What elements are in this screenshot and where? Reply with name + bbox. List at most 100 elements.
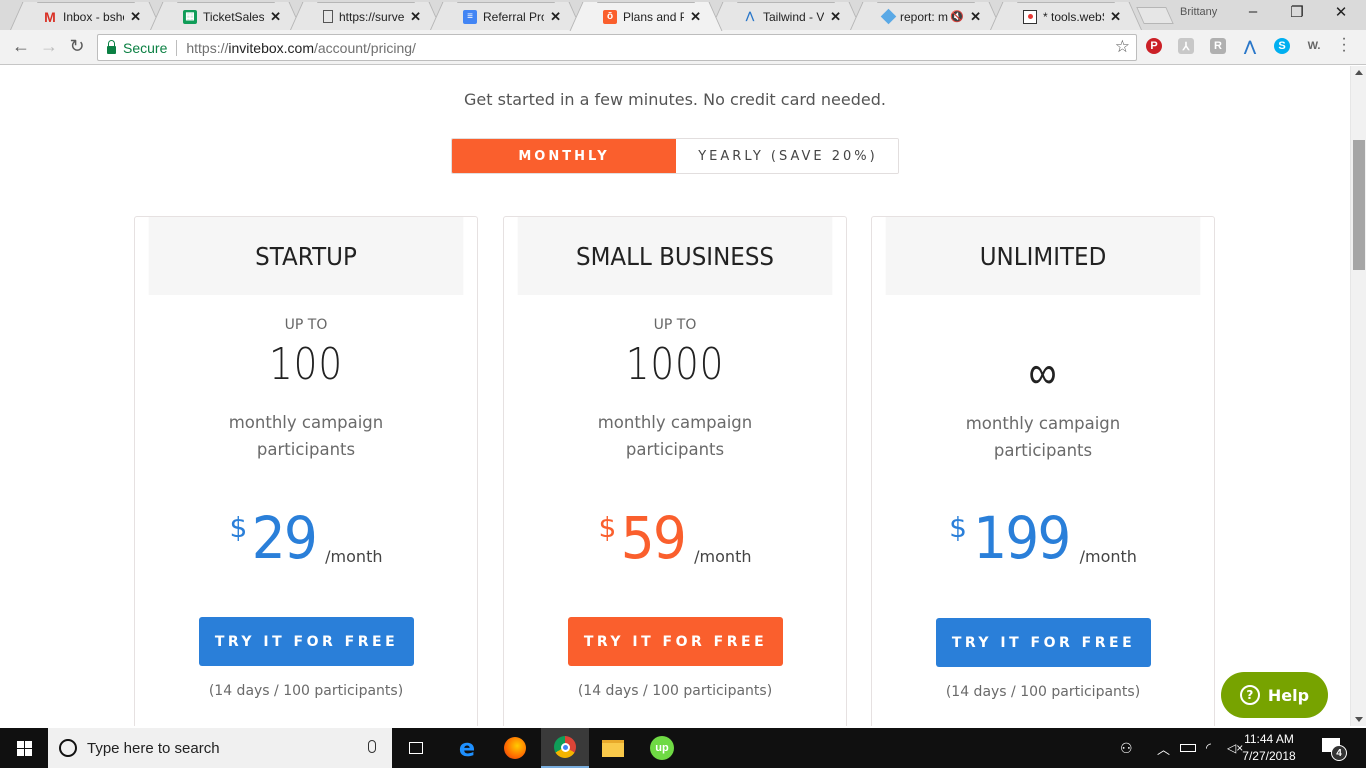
- url-path: /account/pricing/: [313, 39, 416, 56]
- description-line: participants: [256, 440, 356, 459]
- page-scrollbar[interactable]: [1350, 66, 1366, 726]
- close-tab-icon[interactable]: ✕: [550, 9, 561, 25]
- close-tab-icon[interactable]: ✕: [690, 9, 701, 25]
- tab-title: Plans and Pricin: [623, 9, 685, 24]
- tab-title: report: mcm: [900, 9, 949, 24]
- description-line: participants: [993, 441, 1093, 460]
- upwork-icon[interactable]: up: [638, 728, 686, 768]
- taskbar-search-box[interactable]: Type here to search: [48, 728, 392, 768]
- tab-tools-websma[interactable]: * tools.webSMA ✕: [1002, 2, 1130, 30]
- try-free-button-small-business[interactable]: TRY IT FOR FREE: [568, 617, 783, 666]
- currency-symbol: $: [229, 511, 248, 544]
- close-tab-icon[interactable]: ✕: [410, 9, 421, 25]
- windows-taskbar: Type here to search e up ⚇ ︿ ◜ ◁× 11:44 …: [0, 728, 1366, 768]
- description-line: monthly campaign: [965, 414, 1121, 433]
- firefox-icon[interactable]: [491, 728, 539, 768]
- try-free-button-unlimited[interactable]: TRY IT FOR FREE: [936, 618, 1151, 667]
- up-to-label: UP TO: [284, 317, 328, 333]
- currency-symbol: $: [949, 511, 967, 544]
- restore-button[interactable]: ❐: [1282, 3, 1312, 21]
- close-window-button[interactable]: ✕: [1326, 3, 1356, 21]
- close-tab-icon[interactable]: ✕: [130, 9, 141, 25]
- people-icon[interactable]: ⚇: [1120, 728, 1133, 768]
- tab-title: Inbox - bsheaha: [63, 9, 124, 24]
- minimize-button[interactable]: –: [1238, 3, 1268, 20]
- tab-surveyh[interactable]: https://surveyh ✕: [302, 2, 430, 30]
- billing-period-toggle: MONTHLY YEARLY (SAVE 20%): [451, 138, 899, 174]
- wifi-icon[interactable]: ◜: [1206, 728, 1211, 768]
- tailwind-icon: ⋀: [745, 11, 755, 22]
- new-tab-button[interactable]: [1136, 7, 1174, 24]
- forward-button[interactable]: →: [38, 36, 60, 57]
- acrobat-extension-icon[interactable]: ⅄: [1178, 38, 1194, 54]
- system-clock[interactable]: 11:44 AM 7/27/2018: [1237, 731, 1301, 765]
- close-tab-icon[interactable]: ✕: [970, 9, 981, 25]
- lock-icon: [107, 40, 116, 54]
- tab-title: Referral Progra: [483, 9, 544, 24]
- question-icon: ?: [1239, 685, 1260, 705]
- price-period: /month: [325, 547, 383, 566]
- scroll-down-arrow-icon[interactable]: [1355, 717, 1363, 722]
- help-label: Help: [1267, 685, 1310, 705]
- close-tab-icon[interactable]: ✕: [1110, 9, 1121, 25]
- tab-referral-program[interactable]: ≡ Referral Progra ✕: [442, 2, 570, 30]
- plan-description: monthly campaign participants: [135, 409, 477, 463]
- close-tab-icon[interactable]: ✕: [270, 9, 281, 25]
- price-amount: 199: [973, 504, 1071, 572]
- plan-name: UNLIMITED: [885, 217, 1201, 295]
- bookmark-star-icon[interactable]: ☆: [1115, 37, 1130, 57]
- profile-name[interactable]: Brittany: [1180, 6, 1217, 18]
- try-free-button-startup[interactable]: TRY IT FOR FREE: [199, 617, 414, 666]
- price-period: /month: [694, 547, 752, 566]
- tab-ticketsales[interactable]: ▦ TicketSales Soc ✕: [162, 2, 290, 30]
- muted-audio-icon[interactable]: 🔇: [950, 10, 964, 23]
- websma-icon: [1023, 9, 1037, 24]
- show-hidden-icons-chevron-icon[interactable]: ︿: [1157, 728, 1170, 768]
- tailwind-extension-icon[interactable]: ⋀: [1242, 38, 1258, 54]
- w-extension-icon[interactable]: W.: [1304, 38, 1324, 54]
- chrome-icon[interactable]: [541, 728, 589, 768]
- tab-gmail-inbox[interactable]: M Inbox - bsheaha ✕: [22, 2, 150, 30]
- reload-button[interactable]: ↻: [66, 36, 88, 57]
- pinterest-extension-icon[interactable]: P: [1146, 38, 1162, 54]
- edge-icon[interactable]: e: [443, 728, 491, 768]
- back-button[interactable]: ←: [10, 36, 32, 57]
- rakuten-extension-icon[interactable]: R: [1210, 38, 1226, 54]
- browser-menu-icon[interactable]: · · ·: [1341, 31, 1347, 59]
- skype-extension-icon[interactable]: S: [1274, 38, 1290, 54]
- participant-limit: 100: [269, 339, 343, 390]
- yearly-option[interactable]: YEARLY (SAVE 20%): [676, 139, 898, 173]
- plan-name: STARTUP: [148, 217, 464, 295]
- scrollbar-thumb[interactable]: [1353, 140, 1365, 270]
- tab-tailwind[interactable]: ⋀ Tailwind - Visua ✕: [722, 2, 850, 30]
- invitebox-icon: ō: [603, 9, 617, 24]
- file-explorer-icon[interactable]: [589, 728, 637, 768]
- plan-name: SMALL BUSINESS: [517, 217, 833, 295]
- address-bar[interactable]: Secure https:// invitebox.com /account/p…: [97, 34, 1137, 61]
- participant-limit: 1000: [625, 339, 725, 390]
- plan-card-unlimited: UNLIMITED ∞ monthly campaign participant…: [871, 216, 1215, 726]
- description-line: monthly campaign: [597, 413, 753, 432]
- task-view-icon[interactable]: [392, 728, 440, 768]
- close-tab-icon[interactable]: ✕: [830, 9, 841, 25]
- tab-plans-and-pricing[interactable]: ō Plans and Pricin ✕: [582, 2, 710, 30]
- microphone-icon[interactable]: [368, 740, 376, 753]
- scroll-up-arrow-icon[interactable]: [1355, 70, 1363, 75]
- windows-logo-icon: [16, 740, 32, 756]
- tab-title: TicketSales Soc: [203, 9, 265, 24]
- google-sheets-icon: ▦: [183, 9, 197, 24]
- plan-price: $ 59 /month: [504, 505, 846, 571]
- tab-report[interactable]: report: mcm 🔇 ✕: [862, 2, 990, 30]
- infinity-icon: ∞: [1028, 345, 1058, 399]
- secure-label[interactable]: Secure: [123, 40, 167, 56]
- plan-card-small-business: SMALL BUSINESS UP TO 1000 monthly campai…: [503, 216, 847, 726]
- price-amount: 29: [252, 504, 318, 572]
- start-button[interactable]: [0, 728, 48, 768]
- plan-card-startup: STARTUP UP TO 100 monthly campaign parti…: [134, 216, 478, 726]
- monthly-option[interactable]: MONTHLY: [452, 139, 676, 173]
- notification-count-badge: 4: [1331, 745, 1347, 761]
- battery-icon[interactable]: [1180, 728, 1196, 768]
- help-button[interactable]: ? Help: [1221, 672, 1328, 718]
- address-separator: [176, 39, 178, 56]
- description-line: participants: [625, 440, 725, 459]
